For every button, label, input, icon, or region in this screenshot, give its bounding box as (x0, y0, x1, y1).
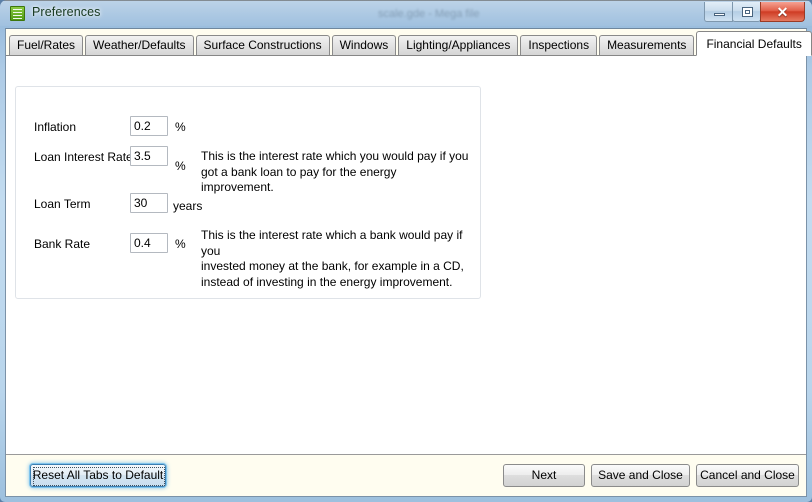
tab-measurements[interactable]: Measurements (599, 35, 695, 55)
footer-bar: Reset All Tabs to Default Next Save and … (6, 454, 806, 496)
loan-interest-rate-label: Loan Interest Rate (34, 150, 133, 164)
window-controls: ✕ (704, 2, 805, 23)
minimize-button[interactable] (704, 2, 733, 22)
tab-strip: Fuel/Rates Weather/Defaults Surface Cons… (6, 29, 812, 56)
save-and-close-button[interactable]: Save and Close (591, 464, 690, 487)
tab-windows[interactable]: Windows (331, 35, 397, 55)
preferences-window: Preferences scale.gde - Mega file ✕ Fuel… (0, 0, 812, 502)
cancel-and-close-button[interactable]: Cancel and Close (696, 464, 799, 487)
maximize-icon (742, 7, 753, 17)
tab-surface-constructions[interactable]: Surface Constructions (195, 35, 330, 55)
tab-inspections[interactable]: Inspections (520, 35, 598, 55)
title-bar[interactable]: Preferences scale.gde - Mega file ✕ (0, 1, 812, 27)
loan-interest-rate-description: This is the interest rate which you woul… (201, 149, 469, 194)
loan-interest-rate-input[interactable] (130, 146, 168, 166)
loan-term-input[interactable] (130, 193, 168, 213)
tab-page-financial-defaults: Inflation % Loan Interest Rate % This is… (6, 56, 806, 455)
maximize-button[interactable] (732, 2, 761, 22)
tab-lighting-appliances[interactable]: Lighting/Appliances (398, 35, 519, 55)
close-icon: ✕ (776, 4, 789, 20)
bank-rate-label: Bank Rate (34, 237, 91, 251)
bank-rate-description: This is the interest rate which a bank w… (201, 228, 464, 289)
close-button[interactable]: ✕ (760, 2, 805, 22)
inflation-input[interactable] (130, 116, 168, 136)
tab-financial-defaults[interactable]: Financial Defaults (696, 31, 812, 56)
bank-rate-unit: % (175, 237, 186, 251)
inflation-label: Inflation (34, 120, 77, 134)
tab-fuel-rates[interactable]: Fuel/Rates (9, 35, 84, 55)
loan-term-label: Loan Term (34, 197, 91, 211)
client-area: Fuel/Rates Weather/Defaults Surface Cons… (5, 28, 812, 497)
tab-weather-defaults[interactable]: Weather/Defaults (85, 35, 194, 55)
inflation-unit: % (175, 120, 186, 134)
loan-interest-rate-unit: % (175, 159, 186, 173)
minimize-icon (714, 13, 725, 16)
financial-defaults-group: Inflation % Loan Interest Rate % This is… (15, 86, 481, 299)
reset-all-tabs-button[interactable]: Reset All Tabs to Default (30, 464, 166, 487)
window-title: Preferences (32, 5, 101, 19)
list-document-icon (10, 6, 25, 21)
bank-rate-input[interactable] (130, 233, 168, 253)
background-ghost-text: scale.gde - Mega file (378, 8, 480, 20)
next-button[interactable]: Next (503, 464, 585, 487)
loan-term-unit: years (173, 199, 203, 213)
tab-list: Fuel/Rates Weather/Defaults Surface Cons… (9, 31, 812, 56)
